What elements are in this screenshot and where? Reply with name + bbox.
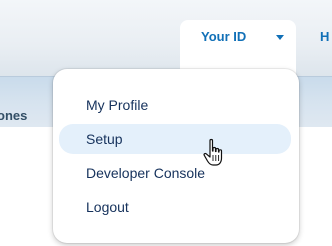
menu-item-logout[interactable]: Logout bbox=[53, 192, 299, 222]
menu-item-label: My Profile bbox=[86, 97, 149, 113]
menu-item-my-profile[interactable]: My Profile bbox=[53, 90, 299, 120]
menu-item-label: Setup bbox=[86, 131, 123, 147]
caret-down-icon[interactable] bbox=[276, 35, 284, 40]
app-tab[interactable]: ones bbox=[0, 108, 27, 124]
help-link[interactable]: H bbox=[320, 29, 329, 45]
user-dropdown-menu: My Profile Setup Developer Console Logou… bbox=[53, 69, 299, 243]
menu-item-label: Logout bbox=[86, 199, 129, 215]
user-menu-button[interactable]: Your ID bbox=[201, 29, 246, 45]
menu-item-developer-console[interactable]: Developer Console bbox=[53, 158, 299, 188]
menu-item-label: Developer Console bbox=[86, 165, 206, 181]
hand-pointer-cursor-icon bbox=[203, 138, 223, 166]
menu-item-setup[interactable]: Setup bbox=[59, 124, 291, 154]
